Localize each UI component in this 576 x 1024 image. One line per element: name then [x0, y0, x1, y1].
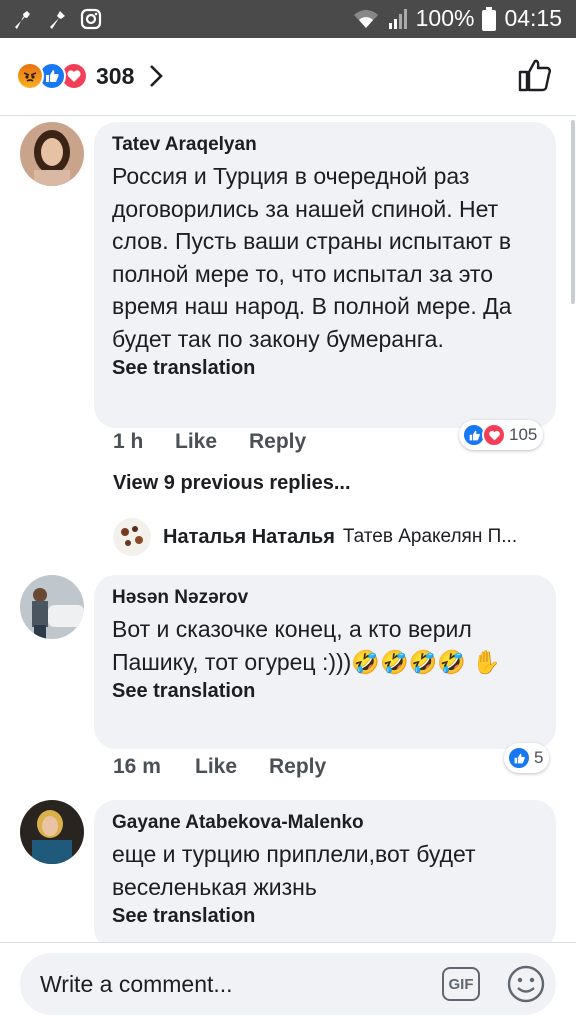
like-thumb-icon[interactable] [518, 58, 552, 92]
see-translation-link[interactable]: See translation [112, 357, 538, 380]
reaction-count: 308 [96, 62, 135, 89]
comment-text: Россия и Турция в очередной раз договори… [112, 163, 512, 352]
reaction-summary[interactable]: 308 [16, 62, 164, 90]
avatar [113, 518, 151, 556]
comment-input[interactable]: Write a comment... [40, 971, 233, 998]
signal-icon [388, 8, 407, 29]
reactions-header: 308 [0, 38, 576, 116]
comment-author[interactable]: Tatev Araqelyan [112, 134, 538, 156]
comment-time: 1 h [113, 430, 144, 453]
battery-icon [482, 6, 497, 31]
like-reaction-icon [507, 746, 531, 770]
comment-bubble[interactable]: Həsən Nəzərov Вот и сказочке конец, а кт… [94, 575, 556, 749]
status-bar: 100% 04:15 [0, 0, 576, 38]
comment-time: 16 m [113, 755, 161, 778]
comment-text: Вот и сказочке конец, а кто верил Пашику… [112, 616, 501, 675]
reaction-count: 105 [509, 425, 538, 444]
angry-reaction-icon [16, 62, 44, 90]
like-button[interactable]: Like [195, 755, 269, 779]
avatar[interactable] [20, 575, 84, 639]
status-icons-right: 100% 04:15 [352, 5, 562, 32]
comment-composer: Write a comment... GIF [0, 942, 576, 1024]
comment-bubble[interactable]: Gayane Atabekova-Malenko еще и турцию пр… [94, 800, 556, 950]
reply-author: Наталья Наталья [163, 525, 335, 548]
battery-percentage: 100% [415, 5, 475, 31]
hammer-icon [50, 11, 65, 29]
wrench-icon [15, 11, 30, 29]
reaction-count: 5 [534, 748, 544, 767]
clock: 04:15 [504, 5, 562, 31]
comment-actions: 1 h Like Reply [113, 430, 306, 454]
scrollbar[interactable] [571, 120, 575, 304]
see-translation-link[interactable]: See translation [112, 680, 538, 703]
reply-button[interactable]: Reply [269, 755, 326, 779]
comment-author[interactable]: Həsən Nəzərov [112, 587, 538, 609]
reply-text: Татев Аракелян П... [342, 526, 518, 547]
comment-input-box[interactable]: Write a comment... GIF [20, 953, 556, 1015]
status-icons-left [12, 8, 102, 30]
love-reaction-icon [482, 423, 506, 447]
comment-text: еще и турцию приплели,вот будет веселень… [112, 841, 476, 900]
comment-author[interactable]: Gayane Atabekova-Malenko [112, 812, 538, 834]
comment-bubble[interactable]: Tatev Araqelyan Россия и Турция в очеред… [94, 122, 556, 428]
reply-button[interactable]: Reply [249, 430, 306, 454]
reply-preview[interactable]: Наталья Наталья Татев Аракелян П... [113, 518, 553, 556]
reaction-badge[interactable]: 5 [504, 743, 550, 773]
gif-icon[interactable]: GIF [442, 967, 480, 1001]
reaction-badge[interactable]: 105 [459, 420, 544, 450]
instagram-icon [80, 8, 102, 30]
chevron-right-icon [150, 65, 164, 87]
wifi-icon [353, 9, 378, 28]
emoji-icon[interactable] [506, 964, 546, 1004]
like-button[interactable]: Like [175, 430, 249, 454]
view-previous-replies-link[interactable]: View 9 previous replies... [113, 472, 351, 495]
avatar[interactable] [20, 800, 84, 864]
comment-actions: 16 m Like Reply [113, 755, 326, 779]
avatar[interactable] [20, 122, 84, 186]
see-translation-link[interactable]: See translation [112, 905, 538, 928]
